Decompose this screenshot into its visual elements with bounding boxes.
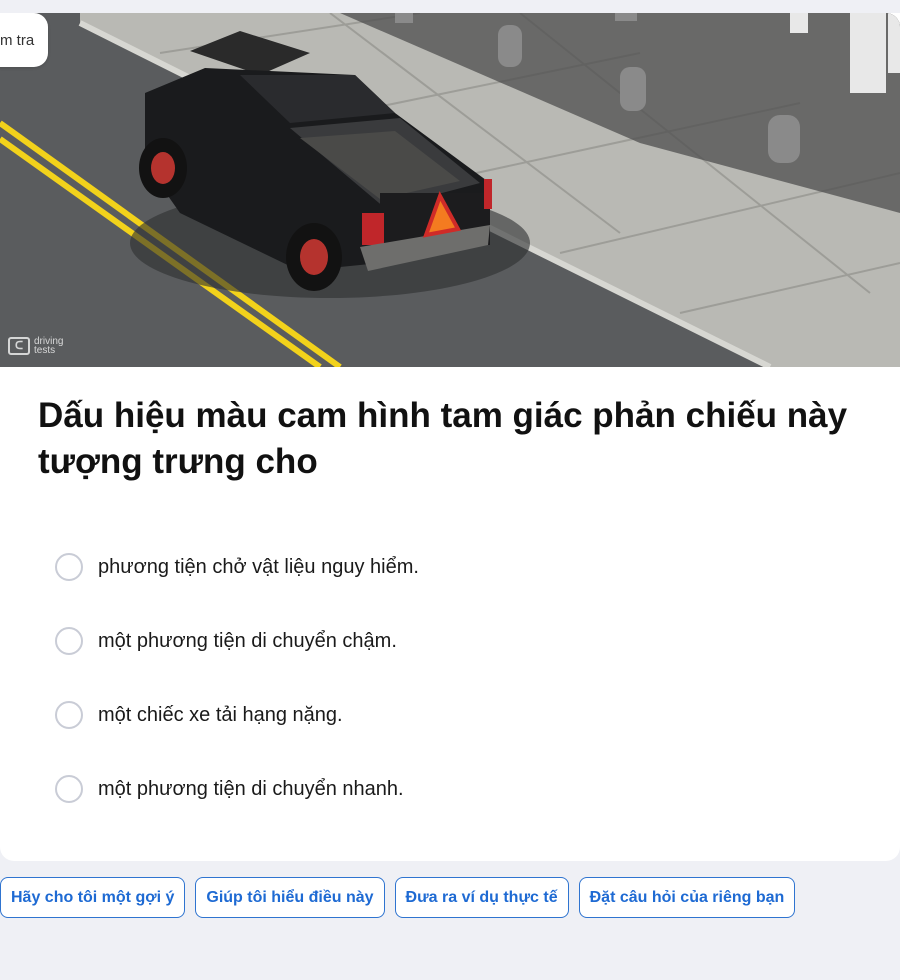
test-mode-label: m tra [0,31,35,49]
real-example-button[interactable]: Đưa ra ví dụ thực tế [394,877,569,918]
radio-button[interactable] [55,627,83,655]
question-image: ᑕ driving tests [0,13,900,367]
radio-button[interactable] [55,701,83,729]
watermark-line2: tests [34,345,56,356]
answer-options: phương tiện chở vật liệu nguy hiểm. một … [55,553,855,849]
answer-option-label: một chiếc xe tải hạng nặng. [98,704,343,726]
driving-tests-watermark: ᑕ driving tests [8,337,63,356]
test-mode-tab[interactable]: m tra [0,13,49,67]
answer-option[interactable]: một chiếc xe tải hạng nặng. [55,701,855,775]
answer-option-label: phương tiện chở vật liệu nguy hiểm. [98,556,419,578]
hint-button[interactable]: Hãy cho tôi một gợi ý [0,877,186,918]
radio-button[interactable] [55,775,83,803]
street-scene-illustration [0,13,900,367]
answer-option-label: một phương tiện di chuyển chậm. [98,630,397,652]
answer-option[interactable]: phương tiện chở vật liệu nguy hiểm. [55,553,855,627]
help-chip-bar: Hãy cho tôi một gợi ý Giúp tôi hiểu điều… [0,877,796,918]
driving-tests-logo-icon: ᑕ [8,337,30,355]
ask-own-question-button[interactable]: Đặt câu hỏi của riêng bạn [578,877,796,918]
radio-button[interactable] [55,553,83,581]
question-text: Dấu hiệu màu cam hình tam giác phản chiế… [38,396,848,481]
answer-option[interactable]: một phương tiện di chuyển nhanh. [55,775,855,849]
answer-option-label: một phương tiện di chuyển nhanh. [98,778,404,800]
explain-button[interactable]: Giúp tôi hiểu điều này [195,877,385,918]
answer-option[interactable]: một phương tiện di chuyển chậm. [55,627,855,701]
